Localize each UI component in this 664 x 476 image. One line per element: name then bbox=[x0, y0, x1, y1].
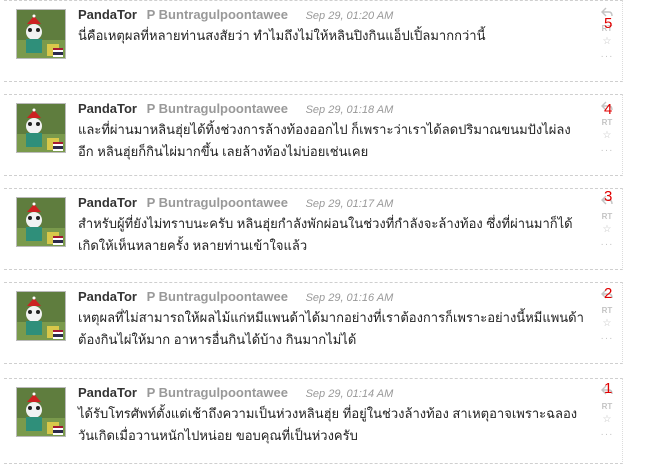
tweet-header: PandaTor P Buntragulpoontawee Sep 29, 01… bbox=[78, 289, 393, 306]
full-name: P Buntragulpoontawee bbox=[146, 195, 288, 210]
more-button[interactable]: ··· bbox=[598, 429, 616, 444]
tweet-header: PandaTor P Buntragulpoontawee Sep 29, 01… bbox=[78, 385, 393, 402]
tweet-annotation-number: 3 bbox=[604, 188, 613, 205]
star-icon[interactable]: ☆ bbox=[598, 224, 616, 239]
full-name: P Buntragulpoontawee bbox=[146, 289, 288, 304]
tweet-item: PandaTor P Buntragulpoontawee Sep 29, 01… bbox=[4, 188, 623, 270]
star-icon[interactable]: ☆ bbox=[598, 318, 616, 333]
more-button[interactable]: ··· bbox=[598, 333, 616, 348]
retweet-button[interactable]: RT bbox=[598, 303, 616, 318]
screen-name[interactable]: PandaTor bbox=[78, 7, 137, 22]
avatar-image bbox=[17, 198, 65, 246]
timestamp[interactable]: Sep 29, 01:20 AM bbox=[306, 10, 394, 22]
tweet-text: และที่ผ่านมาหลินฮุ่ยได้ทิ้งช่วงการล้างท้… bbox=[78, 122, 571, 159]
tweet-text: นี่คือเหตุผลที่หลายท่านสงสัยว่า ทำไมถึงไ… bbox=[78, 28, 486, 43]
tweet-header: PandaTor P Buntragulpoontawee Sep 29, 01… bbox=[78, 101, 393, 118]
screen-name[interactable]: PandaTor bbox=[78, 101, 137, 116]
avatar-image bbox=[17, 104, 65, 152]
full-name: P Buntragulpoontawee bbox=[146, 101, 288, 116]
avatar-image bbox=[17, 292, 65, 340]
timestamp[interactable]: Sep 29, 01:14 AM bbox=[306, 388, 394, 400]
more-button[interactable]: ··· bbox=[598, 239, 616, 254]
tweet-annotation-number: 4 bbox=[604, 101, 613, 118]
tweet-annotation-number: 2 bbox=[604, 285, 613, 302]
avatar[interactable] bbox=[16, 387, 66, 437]
star-icon[interactable]: ☆ bbox=[598, 36, 616, 51]
tweet-header: PandaTor P Buntragulpoontawee Sep 29, 01… bbox=[78, 195, 393, 212]
tweet-item: PandaTor P Buntragulpoontawee Sep 29, 01… bbox=[4, 0, 623, 82]
star-icon[interactable]: ☆ bbox=[598, 414, 616, 429]
screen-name[interactable]: PandaTor bbox=[78, 289, 137, 304]
full-name: P Buntragulpoontawee bbox=[146, 7, 288, 22]
retweet-button[interactable]: RT bbox=[598, 209, 616, 224]
retweet-button[interactable]: RT bbox=[598, 399, 616, 414]
timestamp[interactable]: Sep 29, 01:17 AM bbox=[306, 198, 394, 210]
full-name: P Buntragulpoontawee bbox=[146, 385, 288, 400]
screen-name[interactable]: PandaTor bbox=[78, 385, 137, 400]
timestamp[interactable]: Sep 29, 01:16 AM bbox=[306, 292, 394, 304]
tweet-item: PandaTor P Buntragulpoontawee Sep 29, 01… bbox=[4, 94, 623, 176]
avatar-image bbox=[17, 10, 65, 58]
avatar[interactable] bbox=[16, 9, 66, 59]
avatar[interactable] bbox=[16, 291, 66, 341]
tweet-text: สำหรับผู้ที่ยังไม่ทราบนะครับ หลินฮุ่ยกำล… bbox=[78, 216, 573, 253]
star-icon[interactable]: ☆ bbox=[598, 130, 616, 145]
screen-name[interactable]: PandaTor bbox=[78, 195, 137, 210]
more-button[interactable]: ··· bbox=[598, 145, 616, 160]
tweet-annotation-number: 1 bbox=[604, 380, 613, 397]
timestamp[interactable]: Sep 29, 01:18 AM bbox=[306, 104, 394, 116]
tweet-feed: PandaTor P Buntragulpoontawee Sep 29, 01… bbox=[0, 0, 664, 476]
tweet-text: เหตุผลที่ไม่สามารถให้ผลไม้แก่หมีแพนด้าได… bbox=[78, 310, 584, 347]
tweet-annotation-number: 5 bbox=[604, 15, 613, 32]
avatar[interactable] bbox=[16, 197, 66, 247]
tweet-item: PandaTor P Buntragulpoontawee Sep 29, 01… bbox=[4, 282, 623, 364]
avatar[interactable] bbox=[16, 103, 66, 153]
avatar-image bbox=[17, 388, 65, 436]
more-button[interactable]: ··· bbox=[598, 51, 616, 66]
tweet-item: PandaTor P Buntragulpoontawee Sep 29, 01… bbox=[4, 378, 623, 464]
tweet-header: PandaTor P Buntragulpoontawee Sep 29, 01… bbox=[78, 7, 393, 24]
tweet-text: ได้รับโทรศัพท์ตั้งแต่เช้าถึงความเป็นห่วง… bbox=[78, 406, 578, 443]
